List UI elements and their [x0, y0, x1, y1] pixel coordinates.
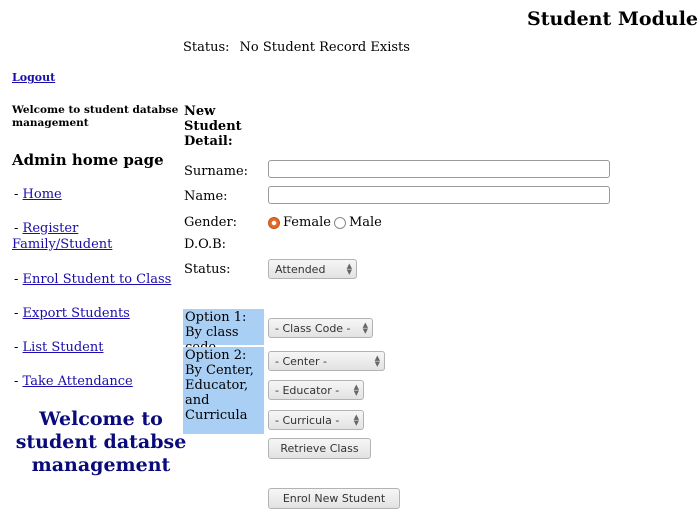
dob-label: D.O.B: — [184, 237, 227, 252]
nav-item-enrol: - Enrol Student to Class — [14, 272, 184, 288]
nav-prefix: - — [14, 221, 23, 236]
enrol-student-link[interactable]: Enrol Student to Class — [23, 272, 172, 287]
class-code-select[interactable]: - Class Code - ▲ ▼ — [268, 318, 373, 338]
nav-prefix: - — [14, 306, 23, 321]
page-title: Student Module — [527, 8, 698, 30]
select-arrows-icon: ▲ ▼ — [374, 354, 380, 368]
form-heading: New Student Detail: — [184, 104, 242, 149]
status-select-value: Attended — [275, 262, 326, 276]
center-select[interactable]: - Center - ▲ ▼ — [268, 351, 385, 371]
nav-prefix: - — [14, 272, 23, 287]
status-label: Status: — [183, 40, 230, 55]
educator-select[interactable]: - Educator - ▲ ▼ — [268, 380, 364, 400]
status-line: Status: No Student Record Exists — [183, 40, 410, 55]
export-students-link[interactable]: Export Students — [23, 306, 130, 321]
nav-item-export: - Export Students — [14, 306, 184, 322]
male-option-label: Male — [348, 215, 382, 230]
logout-link[interactable]: Logout — [12, 71, 55, 84]
status-select[interactable]: Attended ▲ ▼ — [268, 259, 357, 279]
female-radio[interactable] — [268, 216, 280, 229]
welcome-banner: Welcome to student databse management — [15, 408, 187, 476]
select-arrows-icon: ▲ ▼ — [353, 413, 359, 427]
select-arrows-icon: ▲ ▼ — [362, 321, 368, 335]
nav-item-list: - List Student — [14, 340, 184, 356]
status-message: No Student Record Exists — [239, 40, 410, 55]
curricula-select[interactable]: - Curricula - ▲ ▼ — [268, 410, 364, 430]
nav-prefix: - — [14, 340, 23, 355]
class-code-select-value: - Class Code - — [275, 321, 351, 335]
option2-label: Option 2: By Center, Educator, and Curri… — [183, 347, 264, 434]
center-select-value: - Center - — [275, 354, 327, 368]
educator-select-value: - Educator - — [275, 383, 340, 397]
curricula-select-value: - Curricula - — [275, 413, 340, 427]
take-attendance-link[interactable]: Take Attendance — [23, 374, 133, 389]
select-arrows-icon: ▲ ▼ — [353, 383, 359, 397]
welcome-text-small: Welcome to student databse management — [12, 104, 179, 129]
female-option-label: Female — [283, 215, 331, 230]
status-field-label: Status: — [184, 262, 231, 277]
register-family-student-link[interactable]: Register Family/Student — [12, 221, 112, 252]
home-link[interactable]: Home — [23, 187, 62, 202]
nav-item-register: - Register Family/Student — [12, 221, 182, 253]
nav-item-attendance: - Take Attendance — [14, 374, 184, 390]
nav-item-home: - Home — [14, 187, 184, 203]
name-label: Name: — [184, 189, 228, 204]
gender-radio-group: Female Male — [268, 215, 382, 230]
surname-input[interactable] — [268, 160, 610, 178]
nav-prefix: - — [14, 187, 23, 202]
option1-label: Option 1: By class code — [183, 309, 264, 355]
surname-label: Surname: — [184, 164, 249, 179]
male-radio[interactable] — [333, 216, 346, 229]
select-arrows-icon: ▲ ▼ — [346, 262, 352, 276]
name-input[interactable] — [268, 186, 610, 204]
gender-label: Gender: — [184, 215, 238, 230]
nav-prefix: - — [14, 374, 23, 389]
admin-home-heading: Admin home page — [12, 151, 164, 169]
retrieve-class-button[interactable]: Retrieve Class — [268, 438, 371, 459]
list-student-link[interactable]: List Student — [23, 340, 104, 355]
